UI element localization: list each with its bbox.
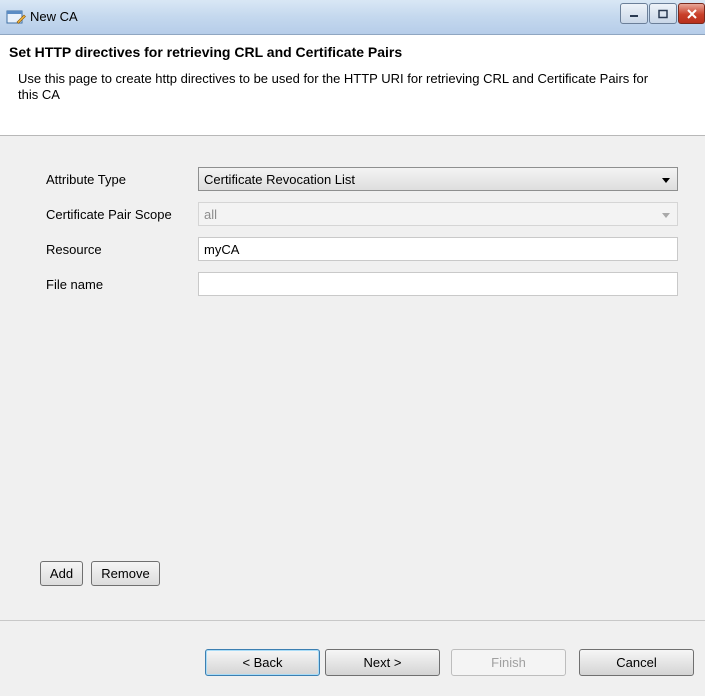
minimize-icon — [630, 14, 638, 17]
new-ca-icon — [6, 8, 26, 26]
resource-input[interactable]: myCA — [198, 237, 678, 261]
pair-scope-value: all — [204, 207, 218, 222]
attribute-type-label: Attribute Type — [46, 172, 126, 187]
add-button[interactable]: Add — [40, 561, 83, 586]
minimize-button[interactable] — [620, 3, 648, 24]
cancel-button[interactable]: Cancel — [579, 649, 694, 676]
pair-scope-select[interactable]: all — [198, 202, 678, 226]
wizard-footer: < Back Next > Finish Cancel — [0, 620, 705, 696]
title-bar: New CA — [0, 0, 705, 35]
attribute-type-value: Certificate Revocation List — [204, 172, 356, 187]
remove-button[interactable]: Remove — [91, 561, 160, 586]
maximize-button[interactable] — [649, 3, 677, 24]
wizard-header: Set HTTP directives for retrieving CRL a… — [0, 35, 705, 136]
resource-value: myCA — [204, 242, 240, 257]
window-title: New CA — [30, 9, 78, 24]
page-description: Use this page to create http directives … — [18, 71, 649, 102]
page-title: Set HTTP directives for retrieving CRL a… — [9, 44, 403, 60]
close-button[interactable] — [678, 3, 705, 24]
close-icon — [686, 8, 697, 19]
finish-button[interactable]: Finish — [451, 649, 566, 676]
file-name-label: File name — [46, 277, 104, 292]
attribute-type-select[interactable]: Certificate Revocation List — [198, 167, 678, 191]
file-name-input[interactable] — [198, 272, 678, 296]
maximize-icon — [658, 9, 668, 18]
back-button[interactable]: < Back — [205, 649, 320, 676]
chevron-down-icon — [662, 213, 670, 218]
next-button[interactable]: Next > — [325, 649, 440, 676]
form-area: Attribute Type Certificate Revocation Li… — [0, 136, 705, 620]
resource-label: Resource — [46, 242, 102, 257]
chevron-down-icon — [662, 178, 670, 183]
pair-scope-label: Certificate Pair Scope — [46, 207, 172, 222]
